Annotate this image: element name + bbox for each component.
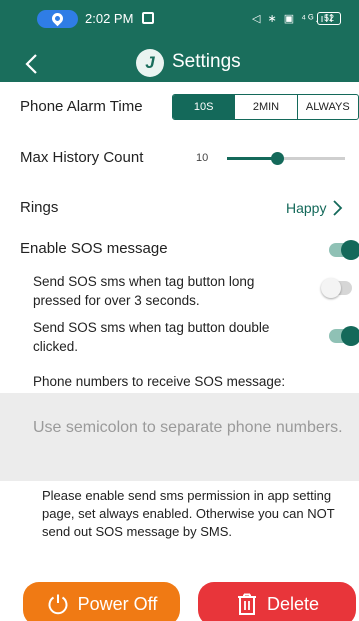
rings-value[interactable]: Happy: [286, 200, 326, 216]
alarm-time-selector: 10S 2MIN ALWAYS: [172, 94, 359, 120]
sos-toggle[interactable]: [329, 240, 359, 260]
location-pin-icon: [49, 10, 66, 27]
long-press-label: Send SOS sms when tag button long presse…: [33, 274, 255, 308]
delete-label: Delete: [266, 593, 320, 614]
toggle-knob: [321, 278, 341, 298]
power-off-button[interactable]: Power Off: [23, 582, 180, 621]
page-title: Settings: [172, 51, 241, 72]
power-icon: [48, 594, 68, 615]
phone-numbers-input[interactable]: [0, 393, 359, 481]
alarm-option-10s[interactable]: 10S: [173, 95, 235, 119]
alarm-time-label: Phone Alarm Time: [20, 98, 143, 115]
slider-thumb[interactable]: [270, 152, 284, 165]
toggle-knob: [341, 240, 359, 260]
power-off-label: Power Off: [77, 593, 158, 614]
notification-icon: [142, 12, 154, 24]
history-label: Max History Count: [20, 149, 144, 166]
app-header: Settings: [0, 44, 359, 82]
alarm-option-always[interactable]: ALWAYS: [296, 95, 358, 119]
sms-permission-note: Please enable send sms permission in app…: [42, 488, 335, 539]
double-click-toggle[interactable]: [329, 326, 359, 346]
history-slider[interactable]: [227, 152, 345, 165]
chevron-right-icon[interactable]: [331, 199, 344, 217]
long-press-toggle[interactable]: [321, 278, 352, 298]
sos-label: Enable SOS message: [20, 240, 168, 257]
toggle-knob: [341, 326, 359, 346]
app-logo-icon: [136, 49, 164, 77]
history-value: 10: [196, 152, 209, 164]
delete-button[interactable]: Delete: [198, 582, 356, 621]
rings-label: Rings: [20, 199, 59, 216]
phone-numbers-label: Phone numbers to receive SOS message:: [33, 374, 286, 389]
alarm-option-2min[interactable]: 2MIN: [234, 95, 296, 119]
chevron-left-icon[interactable]: [22, 53, 44, 75]
status-bar: 2:02 PM ◁ ∗ ▣ ⁴ᴳ.ıll 52: [0, 0, 359, 44]
status-time: 2:02 PM: [85, 11, 134, 26]
double-click-label: Send SOS sms when tag button double clic…: [33, 320, 270, 354]
trash-icon: [237, 593, 256, 615]
slider-fill: [227, 157, 277, 160]
battery-icon: 52: [317, 12, 341, 25]
location-pill: [37, 10, 78, 28]
